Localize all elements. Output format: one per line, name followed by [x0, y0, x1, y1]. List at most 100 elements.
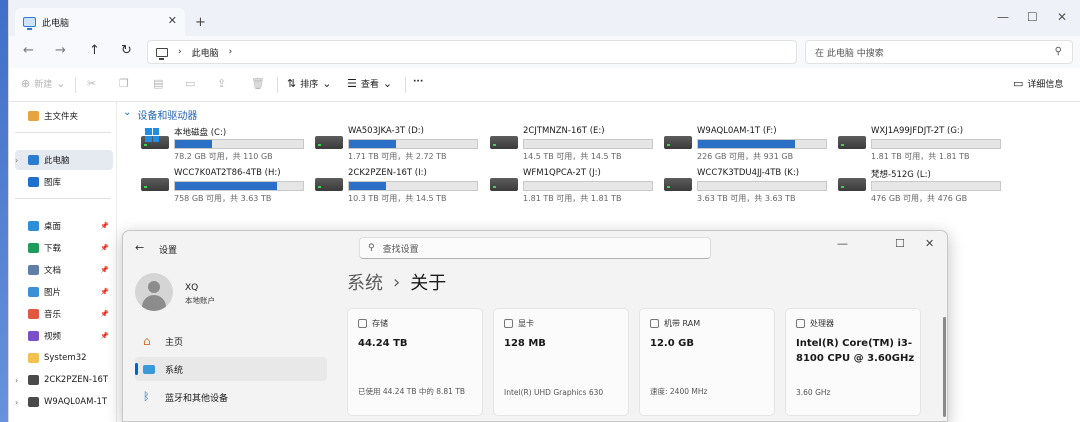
details-pane-button[interactable]: ▭ 详细信息	[1013, 77, 1063, 90]
drive-tile[interactable]: 2CK2PZEN-16T (I:) 10.3 TB 可用，共 14.5 TB	[311, 166, 481, 203]
sidebar-item[interactable]: › W9AQL0AM-1T	[15, 392, 113, 412]
forward-arrow-icon[interactable]: →	[55, 43, 66, 58]
scrollbar[interactable]	[943, 317, 946, 417]
spec-card-header: 处理器	[796, 318, 834, 329]
chevron-down-icon: ⌄	[123, 107, 132, 118]
more-options-button[interactable]: ···	[413, 77, 423, 87]
drive-usage-fill	[175, 140, 213, 148]
nav-item-bluetooth[interactable]: ᛒ 蓝牙和其他设备	[135, 385, 327, 409]
details-pane-icon: ▭	[1013, 77, 1024, 90]
divider	[405, 77, 406, 93]
drive-usage-bar	[523, 181, 653, 191]
sidebar-item[interactable]: 主文件夹	[15, 106, 113, 126]
chevron-right-icon[interactable]: ›	[15, 376, 23, 385]
spec-value: Intel(R) Core(TM) i3-8100 CPU @ 3.60GHz	[796, 338, 915, 364]
minimize-button[interactable]: —	[837, 237, 848, 250]
sidebar-divider	[15, 198, 111, 199]
drive-tile[interactable]: WCC7K3TDU4JJ-4TB (K:) 3.63 TB 可用，共 3.63 T…	[660, 166, 830, 203]
minimize-button[interactable]: —	[997, 10, 1009, 24]
back-arrow-icon[interactable]: ←	[135, 241, 144, 254]
refresh-icon[interactable]: ↻	[121, 43, 132, 58]
drive-tile[interactable]: WFM1QPCA-2T (J:) 1.81 TB 可用，共 1.81 TB	[486, 166, 656, 203]
drive-name: 梵想-512G (L:)	[871, 170, 931, 180]
search-input[interactable]: 在 此电脑 中搜索 ⚲	[805, 40, 1073, 64]
paste-icon[interactable]: ▤	[153, 77, 163, 90]
sidebar-item[interactable]: 视频 📌	[15, 326, 113, 346]
spec-value: 44.24 TB	[358, 338, 408, 349]
sidebar-item[interactable]: 下载 📌	[15, 238, 113, 258]
spec-card-header: 显卡	[504, 318, 534, 329]
folder-icon	[28, 353, 39, 363]
sidebar-item-label: 图库	[44, 178, 62, 188]
this-pc-content: ⌄ 设备和驱动器 本地磁盘 (C:) 78.2 GB 可用，共 110 GB WA5…	[119, 102, 1080, 232]
home-icon: ⌂	[143, 334, 151, 348]
section-header[interactable]: ⌄ 设备和驱动器	[123, 107, 197, 122]
close-button[interactable]: ✕	[925, 237, 934, 250]
close-button[interactable]: ✕	[1057, 10, 1067, 24]
drive-tile[interactable]: 2CJTMNZN-16T (E:) 14.5 TB 可用，共 14.5 TB	[486, 124, 656, 161]
chevron-right-icon[interactable]: ›	[15, 156, 23, 165]
sidebar-item[interactable]: 文档 📌	[15, 260, 113, 280]
sidebar-item[interactable]: › 2CK2PZEN-16T	[15, 370, 113, 390]
close-tab-icon[interactable]: ✕	[168, 14, 177, 27]
copy-icon[interactable]: ❐	[119, 77, 129, 90]
drive-tile[interactable]: 梵想-512G (L:) 476 GB 可用，共 476 GB	[834, 166, 1004, 203]
breadcrumb-chevron[interactable]: ›	[229, 47, 233, 57]
drive-usage-bar	[174, 139, 304, 149]
sidebar-item[interactable]: 图库	[15, 172, 113, 192]
spec-detail: Intel(R) UHD Graphics 630	[504, 388, 604, 397]
share-icon[interactable]: ⇪	[217, 77, 226, 90]
spec-value: 12.0 GB	[650, 338, 694, 349]
sidebar-item[interactable]: 音乐 📌	[15, 304, 113, 324]
sidebar-item[interactable]: System32	[15, 348, 113, 368]
sidebar-item[interactable]: 图片 📌	[15, 282, 113, 302]
chevron-right-icon[interactable]: ›	[15, 398, 23, 407]
drive-tile[interactable]: WCC7K0AT2T86-4TB (H:) 758 GB 可用，共 3.63 TB	[137, 166, 307, 203]
tab-title: 此电脑	[42, 18, 70, 29]
view-label: 查看	[360, 80, 379, 90]
breadcrumb-parent[interactable]: 系统	[347, 269, 383, 295]
avatar[interactable]	[135, 273, 173, 311]
avatar-body	[142, 295, 166, 311]
sidebar-item[interactable]: 桌面 📌	[15, 216, 113, 236]
sidebar-item[interactable]: › 此电脑	[15, 150, 113, 170]
tab-this-pc[interactable]: 此电脑 ✕	[15, 8, 185, 36]
address-bar[interactable]: › 此电脑 ›	[147, 40, 797, 64]
hard-drive-icon	[141, 178, 169, 191]
sidebar-item-label: 音乐	[44, 310, 62, 320]
rename-icon[interactable]: ▭	[185, 77, 195, 90]
back-arrow-icon[interactable]: ←	[23, 43, 34, 58]
maximize-button[interactable]: ☐	[1027, 10, 1038, 24]
drive-tile[interactable]: W9AQL0AM-1T (F:) 226 GB 可用，共 931 GB	[660, 124, 830, 161]
windows-logo-icon	[145, 128, 159, 142]
drive-usage-bar	[697, 181, 827, 191]
breadcrumb-this-pc[interactable]: 此电脑	[192, 46, 219, 59]
drive-tile[interactable]: WA503JKA-3T (D:) 1.71 TB 可用，共 2.72 TB	[311, 124, 481, 161]
drive-tile[interactable]: WXJ1A99JFDJT-2T (G:) 1.81 TB 可用，共 1.81 TB	[834, 124, 1004, 161]
new-label: 新建	[34, 80, 53, 90]
nav-item-system[interactable]: 系统	[135, 357, 327, 381]
maximize-button[interactable]: ☐	[895, 237, 905, 250]
spec-label: 存储	[372, 319, 388, 328]
view-button[interactable]: ☰ 查看 ⌄	[347, 77, 392, 90]
search-placeholder: 在 此电脑 中搜索	[815, 48, 884, 59]
nav-item-home[interactable]: ⌂ 主页	[135, 329, 327, 353]
spec-detail: 速度: 2400 MHz	[650, 387, 708, 396]
sidebar-item-label: 下载	[44, 244, 62, 254]
new-tab-button[interactable]: +	[195, 15, 206, 30]
hard-drive-icon	[490, 136, 518, 149]
gallery-icon	[28, 177, 39, 187]
hard-drive-icon	[664, 136, 692, 149]
delete-icon[interactable]: 🗑	[251, 77, 265, 90]
pc-icon	[23, 17, 36, 30]
drive-tile[interactable]: 本地磁盘 (C:) 78.2 GB 可用，共 110 GB	[137, 124, 307, 161]
search-icon: ⚲	[368, 243, 375, 253]
settings-search-input[interactable]: ⚲ 查找设置	[359, 237, 711, 259]
up-arrow-icon[interactable]: ↑	[89, 43, 100, 58]
new-button[interactable]: ⊕ 新建 ⌄	[21, 77, 65, 90]
pictures-icon	[28, 287, 39, 297]
section-title: 设备和驱动器	[137, 111, 198, 122]
pin-icon: 📌	[100, 266, 109, 274]
sort-button[interactable]: ⇅ 排序 ⌄	[287, 77, 331, 90]
cut-icon[interactable]: ✂	[87, 77, 96, 90]
